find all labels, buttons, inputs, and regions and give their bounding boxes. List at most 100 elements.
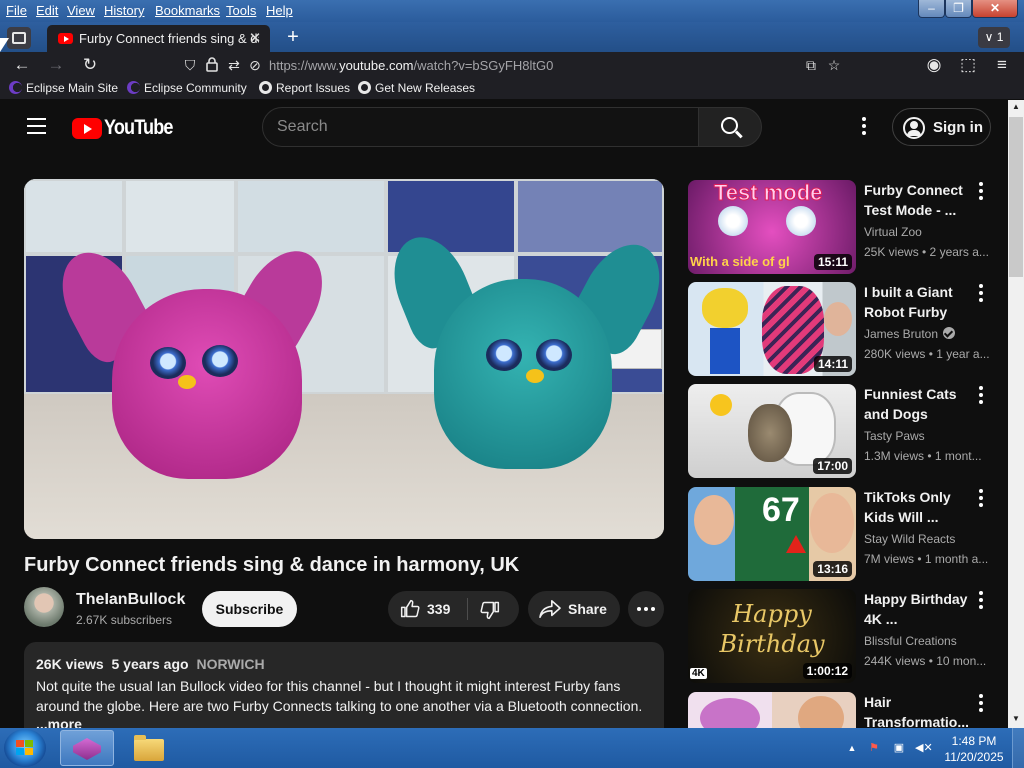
shield-icon[interactable]: ⛉ [181,56,199,74]
account-icon[interactable]: ◉ [922,54,946,76]
page-scrollbar[interactable]: ▲ ▼ [1008,100,1024,728]
recommendation-menu-button[interactable] [974,386,988,408]
taskbar-eclipse-app[interactable] [60,730,114,766]
action-center-icon[interactable]: ⚑ [866,740,882,756]
menu-file[interactable]: File [6,3,27,18]
channel-name[interactable]: TheIanBullock [76,591,185,609]
recommendation-title[interactable]: Funniest Cats and Dogs Clip... [864,384,968,424]
video-thumbnail[interactable]: 17:00 [688,384,856,478]
sign-in-button[interactable]: Sign in [892,108,991,146]
recommendation-channel[interactable]: Blissful Creations [864,634,992,648]
show-desktop-button[interactable] [1012,728,1024,768]
forward-button[interactable]: → [44,54,68,76]
dislike-button[interactable] [468,591,519,627]
network-icon[interactable]: ▣ [891,740,907,756]
bookmark-get-new-releases[interactable]: Get New Releases [358,81,475,95]
url-bar[interactable]: ⛉ ⇄ ⊘ https://www.youtube.com/watch?v=bS… [176,53,848,77]
url-text[interactable]: https://www.youtube.com/watch?v=bSGyFH8l… [269,58,553,73]
video-player[interactable] [24,179,664,539]
autoplay-blocked-icon[interactable]: ⊘ [246,56,264,74]
close-window-button[interactable]: ✕ [972,0,1018,18]
recommendation-title[interactable]: I built a Giant Robot Furby [864,282,968,322]
menu-bookmarks[interactable]: Bookmarks [155,3,220,18]
recommendation-channel[interactable]: Virtual Zoo [864,225,992,239]
tab-overview-button[interactable] [7,27,31,49]
maximize-button[interactable]: ❐ [945,0,972,18]
hamburger-menu-icon[interactable]: ≡ [990,54,1014,76]
volume-muted-icon[interactable]: ◀✕ [915,740,933,756]
lock-icon[interactable] [203,56,221,74]
recommendation-title[interactable]: Happy Birthday 4K ... [864,589,968,629]
guide-menu-icon[interactable] [27,118,46,134]
menu-history[interactable]: History [104,3,144,18]
video-duration: 13:16 [813,561,852,577]
menu-edit[interactable]: Edit [36,3,58,18]
reload-button[interactable]: ↻ [78,54,102,76]
minimize-button[interactable]: – [918,0,945,18]
search-input[interactable] [277,117,677,137]
recommendation-menu-button[interactable] [974,284,988,306]
scroll-thumb[interactable] [1009,117,1023,277]
show-more-link[interactable]: ...more [36,716,82,728]
channel-avatar[interactable] [24,587,64,627]
more-horiz-icon [637,607,655,611]
recommendation-item[interactable]: Hair Transformatio... [688,692,1006,728]
recommendation-channel[interactable]: James Bruton [864,327,992,341]
video-title: Furby Connect friends sing & dance in ha… [24,554,520,576]
bookmark-star-icon[interactable]: ☆ [825,56,843,74]
recommendation-item[interactable]: Happy Birthday 4K 1:00:12 Happy Birthday… [688,589,1006,683]
video-thumbnail[interactable]: 67 13:16 [688,487,856,581]
bookmark-eclipse-community[interactable]: Eclipse Community [127,81,247,95]
recommendation-item[interactable]: Test mode With a side of gl 15:11 Furby … [688,180,1006,274]
menu-help[interactable]: Help [266,3,293,18]
bookmark-report-issues[interactable]: Report Issues [259,81,350,95]
video-thumbnail[interactable] [688,692,856,728]
search-button[interactable] [698,107,762,147]
share-button[interactable]: Share [528,591,620,627]
tab-youtube[interactable]: Furby Connect friends sing & dance in ha… [47,25,270,52]
location-tag[interactable]: NORWICH [196,656,264,672]
start-button[interactable] [4,729,46,767]
description-box[interactable]: 26K views 5 years ago NORWICH Not quite … [24,642,664,728]
scroll-down-arrow-icon[interactable]: ▼ [1008,712,1024,726]
recommendation-menu-button[interactable] [974,591,988,613]
video-thumbnail[interactable]: Test mode With a side of gl 15:11 [688,180,856,274]
recommendation-item[interactable]: 17:00 Funniest Cats and Dogs Clip... Tas… [688,384,1006,478]
recommendation-item[interactable]: 67 13:16 TikToks Only Kids Will ... Stay… [688,487,1006,581]
recommendation-menu-button[interactable] [974,694,988,716]
more-actions-button[interactable] [628,591,664,627]
video-thumbnail[interactable]: Happy Birthday 4K 1:00:12 [688,589,856,683]
recommendation-title[interactable]: Hair Transformatio... [864,692,968,728]
like-button[interactable]: 339 [388,591,467,627]
recommendation-channel[interactable]: Tasty Paws [864,429,992,443]
tab-list-button[interactable]: ∨ 1 [978,27,1010,48]
recommendation-channel[interactable]: Stay Wild Reacts [864,532,992,546]
settings-more-button[interactable] [856,117,872,139]
tray-overflow-arrow-icon[interactable]: ▲ [844,740,860,756]
menu-tools[interactable]: Tools [226,3,256,18]
recommendation-title[interactable]: Furby Connect Test Mode - ... [864,180,968,220]
recommendation-title[interactable]: TikToks Only Kids Will ... [864,487,968,527]
clock-date[interactable]: 11/20/2025 [944,750,1004,764]
taskbar-file-explorer[interactable] [130,733,166,763]
subscribe-button[interactable]: Subscribe [202,591,297,627]
extensions-icon[interactable]: ⬚ [956,54,980,76]
recommendation-menu-button[interactable] [974,182,988,204]
url-prefix: https://www. [269,58,340,73]
video-duration: 17:00 [813,458,852,474]
video-thumbnail[interactable]: 14:11 [688,282,856,376]
picture-in-picture-icon[interactable]: ⧉ [802,56,820,74]
more-vert-icon [979,489,983,507]
tab-close-icon[interactable]: ✕ [247,29,263,47]
youtube-favicon-icon [58,33,73,44]
new-tab-button[interactable]: + [282,26,304,48]
recommendation-menu-button[interactable] [974,489,988,511]
scroll-up-arrow-icon[interactable]: ▲ [1008,100,1024,114]
search-box[interactable] [262,107,699,147]
back-button[interactable]: ← [10,54,34,76]
menu-view[interactable]: View [67,3,95,18]
bookmark-eclipse-main-site[interactable]: Eclipse Main Site [9,81,118,95]
recommendation-item[interactable]: 14:11 I built a Giant Robot Furby James … [688,282,1006,376]
clock-time[interactable]: 1:48 PM [944,734,1004,748]
permissions-icon[interactable]: ⇄ [225,56,243,74]
